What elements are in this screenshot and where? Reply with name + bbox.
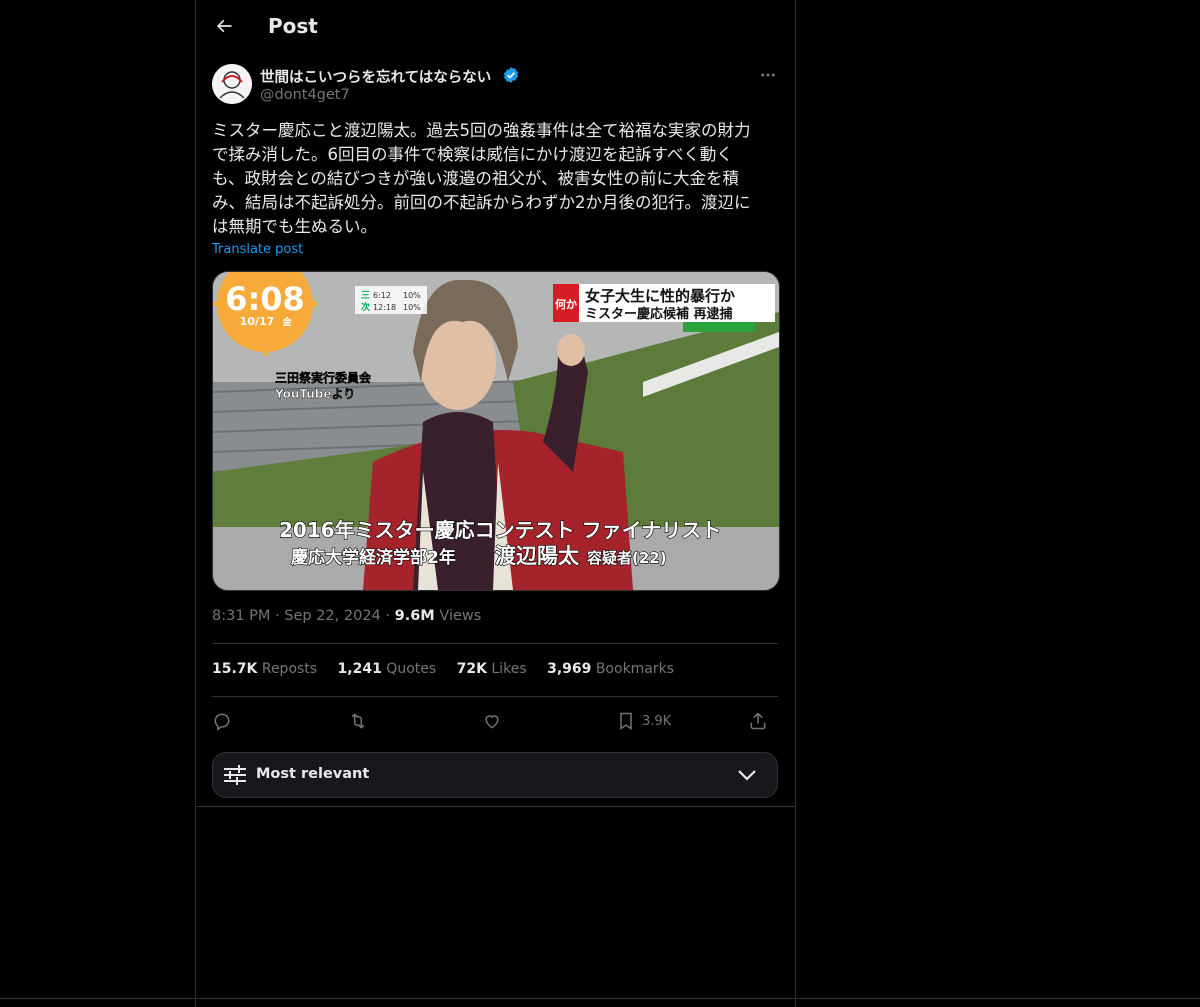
headline-tag: 何か: [555, 297, 577, 311]
likes-count: 72K: [456, 661, 487, 677]
author-name[interactable]: 世間はこいつらを忘れてはならない: [260, 66, 491, 87]
repost-icon: [351, 713, 365, 729]
caption-name: 渡辺陽太: [495, 544, 580, 568]
media-date-day: 金: [281, 316, 292, 328]
bookmark-button[interactable]: 3.9K: [616, 707, 671, 735]
quotes-stat[interactable]: 1,241 Quotes: [338, 661, 437, 677]
views-count: 9.6M: [394, 608, 435, 624]
media-clock: 6:08: [225, 280, 305, 318]
rating-pct-2: 10%: [403, 303, 421, 312]
main-column: Post 世間はこいつらを忘れてはならない @dont4get7 ミスター慶応こ…: [195, 0, 796, 1007]
media-date: 10/17: [240, 315, 275, 328]
separator: ·: [275, 608, 280, 624]
caption-suffix: 容疑者(22): [586, 549, 667, 567]
caption-line2-prefix: 慶応大学経済学部2年: [291, 547, 456, 568]
rating-time-1: 6:12: [373, 291, 391, 300]
headline-line1: 女子大生に性的暴行か: [585, 287, 735, 305]
like-button[interactable]: [482, 707, 502, 735]
back-button[interactable]: [210, 12, 238, 40]
divider: [212, 643, 778, 644]
share-button[interactable]: [748, 707, 768, 735]
reply-sort-dropdown[interactable]: Most relevant: [212, 752, 778, 798]
quotes-label: Quotes: [386, 661, 437, 677]
separator: ·: [385, 608, 390, 624]
sort-label: Most relevant: [256, 766, 370, 782]
more-button[interactable]: [756, 64, 780, 86]
translate-link[interactable]: Translate post: [212, 242, 303, 257]
sliders-icon: [224, 765, 246, 785]
reply-button[interactable]: [212, 707, 232, 735]
views-label: Views: [439, 608, 482, 624]
reposts-label: Reposts: [261, 661, 318, 677]
chevron-down-icon: [738, 770, 756, 781]
divider: [196, 806, 795, 807]
page-title: Post: [268, 14, 318, 38]
source-line1: 三田祭実行委員会: [275, 370, 372, 385]
divider: [0, 998, 1200, 999]
rating-label-2: 次: [361, 301, 370, 313]
rating-time-2: 12:18: [373, 303, 396, 312]
tweet-meta: 8:31 PM · Sep 22, 2024 · 9.6M Views: [212, 608, 481, 624]
repost-button[interactable]: [348, 707, 368, 735]
author-handle[interactable]: @dont4get7: [260, 87, 350, 103]
bookmark-icon: [620, 712, 632, 730]
rating-label-1: 三: [361, 290, 370, 301]
caption-line1: 2016年ミスター慶応コンテスト ファイナリスト: [279, 518, 721, 542]
headline-line2: ミスター慶応候補 再逮捕: [585, 306, 733, 322]
verified-badge-icon: [503, 67, 519, 83]
tweet-text: ミスター慶応こと渡辺陽太。過去5回の強姦事件は全て裕福な実家の財力 で揉み消した…: [212, 121, 751, 236]
likes-stat[interactable]: 72K Likes: [457, 661, 527, 677]
likes-label: Likes: [491, 661, 527, 677]
avatar[interactable]: [212, 64, 252, 104]
bookmarks-count: 3,969: [547, 661, 592, 677]
reply-icon: [214, 713, 230, 731]
tweet-media[interactable]: 6:08 10/17 金 三 6:12 10% 次 12:18 10% 何か 女…: [212, 271, 780, 591]
rating-pct-1: 10%: [403, 291, 421, 300]
media-image: 6:08 10/17 金 三 6:12 10% 次 12:18 10% 何か 女…: [213, 272, 779, 590]
reposts-count: 15.7K: [212, 661, 258, 677]
back-arrow-icon: [216, 19, 232, 33]
engagement-stats: 15.7K Reposts 1,241 Quotes 72K Likes 3,9…: [212, 661, 690, 677]
post-time[interactable]: 8:31 PM: [212, 608, 270, 624]
reposts-stat[interactable]: 15.7K Reposts: [212, 661, 317, 677]
quotes-count: 1,241: [337, 661, 382, 677]
bookmarks-label: Bookmarks: [595, 661, 675, 677]
header: Post: [196, 0, 795, 53]
source-line2: YouTubeより: [274, 387, 355, 401]
post-date[interactable]: Sep 22, 2024: [284, 608, 381, 624]
action-bar: 3.9K: [212, 707, 778, 735]
share-icon: [750, 712, 766, 730]
bookmark-count: 3.9K: [642, 713, 672, 729]
bookmarks-stat[interactable]: 3,969 Bookmarks: [547, 661, 674, 677]
more-icon: [761, 73, 775, 77]
like-icon: [485, 715, 499, 729]
divider: [212, 696, 778, 697]
